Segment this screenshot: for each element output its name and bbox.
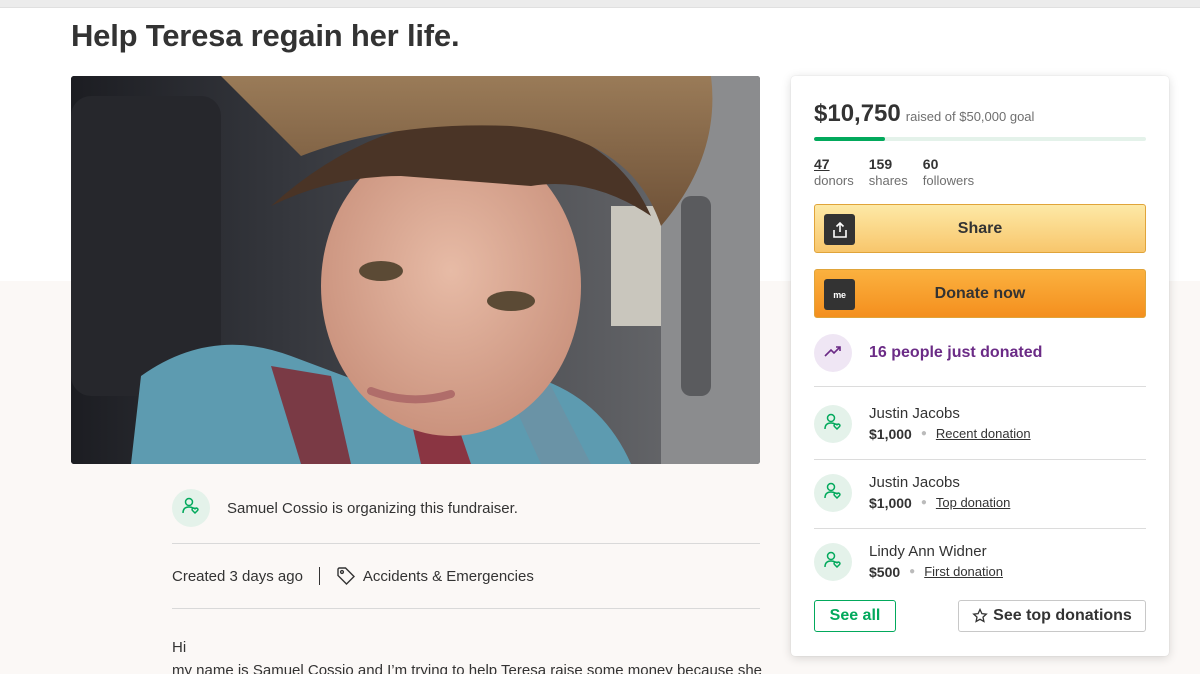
- stat-label: followers: [922, 173, 975, 188]
- donor-detail: $1,000 ● Top donation: [869, 493, 1010, 513]
- stat-number: 60: [922, 156, 939, 172]
- donor-name: Justin Jacobs: [869, 405, 960, 422]
- share-button-label: Share: [957, 219, 1003, 237]
- campaign-story: Hi my name is Samuel Cossio and I’m tryi…: [172, 636, 772, 674]
- trend-badge: [814, 334, 852, 372]
- stat-number[interactable]: 47: [814, 156, 854, 172]
- see-all-button[interactable]: See all: [814, 600, 896, 632]
- meta-separator: [318, 567, 320, 585]
- trend-text: 16 people just donated: [869, 344, 1043, 361]
- donor-avatar: [814, 405, 852, 443]
- divider: [814, 528, 1146, 529]
- divider: [172, 543, 760, 544]
- story-line: Hi: [172, 639, 187, 656]
- donor-avatar: [814, 474, 852, 512]
- person-heart-icon: [823, 412, 843, 437]
- stat-shares: 159 shares: [869, 156, 908, 189]
- divider: [814, 386, 1146, 387]
- donor-info: Lindy Ann Widner $500 ● First donation: [869, 542, 1003, 582]
- stat-label: donors: [814, 173, 854, 188]
- share-icon: [824, 214, 855, 245]
- raised-amount: $10,750: [814, 100, 901, 127]
- dot-separator: ●: [920, 428, 927, 439]
- stat-donors[interactable]: 47 donors: [814, 156, 854, 189]
- progress-bar: [814, 137, 1146, 141]
- progress-bar-fill: [814, 137, 886, 141]
- donor-amount: $1,000: [869, 495, 912, 511]
- see-top-donations-button[interactable]: See top donations: [958, 600, 1146, 632]
- donate-now-button[interactable]: me Donate now: [814, 269, 1146, 318]
- dot-separator: ●: [920, 497, 927, 508]
- stat-number: 159: [868, 156, 893, 172]
- stat-label: shares: [868, 173, 908, 188]
- raised-summary: $10,750 raised of $50,000 goal: [814, 100, 1034, 128]
- story-line: my name is Samuel Cossio and I’m trying …: [172, 662, 763, 674]
- campaign-title: Help Teresa regain her life.: [71, 18, 460, 53]
- donor-item: Justin Jacobs $1,000 ● Top donation: [814, 471, 1146, 515]
- organizer-text: Samuel Cossio is organizing this fundrai…: [227, 499, 518, 517]
- campaign-photo: [71, 76, 760, 464]
- category-link[interactable]: Accidents & Emergencies: [363, 568, 534, 585]
- donor-amount: $1,000: [869, 426, 912, 442]
- donor-detail: $1,000 ● Recent donation: [869, 424, 1031, 444]
- donor-name: Lindy Ann Widner: [869, 543, 987, 560]
- donation-type-link[interactable]: Recent donation: [936, 424, 1031, 444]
- dot-separator: ●: [909, 566, 916, 577]
- donor-info: Justin Jacobs $1,000 ● Top donation: [869, 473, 1010, 513]
- organizer-avatar: [172, 489, 210, 527]
- donation-type-link[interactable]: First donation: [924, 562, 1003, 582]
- donor-item: Justin Jacobs $1,000 ● Recent donation: [814, 402, 1146, 446]
- donation-card: $10,750 raised of $50,000 goal 47 donors…: [791, 76, 1169, 656]
- person-heart-icon: [181, 496, 201, 521]
- stat-followers: 60 followers: [923, 156, 974, 189]
- divider: [172, 608, 760, 609]
- share-button[interactable]: Share: [814, 204, 1146, 253]
- campaign-meta: Created 3 days ago Accidents & Emergenci…: [172, 564, 534, 588]
- person-heart-icon: [823, 481, 843, 506]
- donor-item: Lindy Ann Widner $500 ● First donation: [814, 540, 1146, 584]
- gofundme-logo-icon: me: [824, 279, 855, 310]
- donate-button-label: Donate now: [934, 284, 1026, 302]
- person-heart-icon: [823, 550, 843, 575]
- tag-icon: [336, 566, 356, 586]
- organizer-row: Samuel Cossio is organizing this fundrai…: [172, 488, 760, 528]
- donor-info: Justin Jacobs $1,000 ● Recent donation: [869, 404, 1031, 444]
- created-date: Created 3 days ago: [172, 567, 303, 585]
- donor-detail: $500 ● First donation: [869, 562, 1003, 582]
- donor-name: Justin Jacobs: [869, 474, 960, 491]
- trending-up-icon: [823, 341, 843, 366]
- see-top-donations-label: See top donations: [993, 607, 1132, 624]
- donor-amount: $500: [869, 564, 901, 580]
- goal-text: raised of $50,000 goal: [905, 109, 1035, 124]
- donation-type-link[interactable]: Top donation: [936, 493, 1010, 513]
- donor-avatar: [814, 543, 852, 581]
- divider: [814, 459, 1146, 460]
- star-icon: [972, 608, 988, 624]
- stats-row: 47 donors 159 shares 60 followers: [814, 156, 974, 189]
- recent-donations-trend: 16 people just donated: [814, 333, 1042, 373]
- browser-top-strip: [0, 0, 1200, 8]
